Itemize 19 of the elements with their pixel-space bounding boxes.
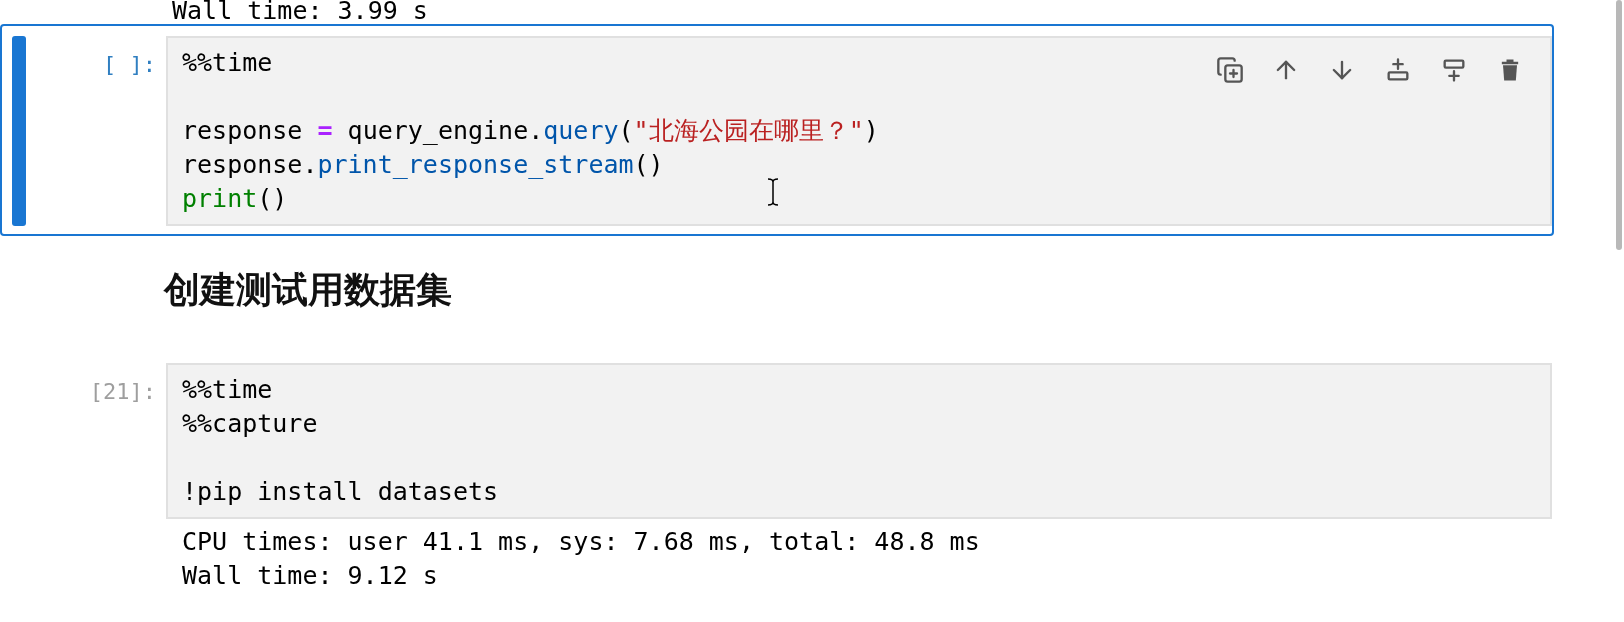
output-text: CPU times: user 41.1 ms, sys: 7.68 ms, total: 48.8 ms (182, 526, 981, 558)
code-editor[interactable]: %%time response = query_engine.query("北海公园在哪里？") response.print_response_stream() print() (166, 36, 1552, 226)
code-line: print() (182, 183, 288, 215)
code-line: response.print_response_stream() (182, 149, 664, 181)
output-text: Wall time: 9.12 s (182, 560, 439, 592)
section-heading: 创建测试用数据集 (164, 268, 453, 312)
text-cursor-icon (766, 178, 780, 206)
code-line: response = query_engine.query("北海公园在哪里？") (182, 115, 879, 147)
execution-prompt: [21]: (89, 378, 156, 406)
code-editor[interactable]: %%time %%capture !pip install datasets (166, 363, 1552, 519)
scrollbar[interactable] (1616, 0, 1622, 250)
notebook-cell[interactable]: [21]: %%time %%capture !pip install datasets CPU times: user 41.1 ms, sys: 7.68 ms, total: 48.8 ms Wall time: 9.12 s (0, 351, 1554, 603)
code-line: !pip install datasets (182, 476, 499, 508)
code-line: %%capture (182, 408, 318, 440)
notebook-cell[interactable]: [ ]: %%time response = query_engine.query("北海公园在哪里？") response.print_response_stream() print() (0, 24, 1554, 236)
code-line: %%time (182, 374, 273, 406)
output-text: Wall time: 3.99 s (171, 0, 429, 24)
code-line: %%time (182, 47, 273, 79)
execution-prompt: [ ]: (103, 51, 156, 79)
